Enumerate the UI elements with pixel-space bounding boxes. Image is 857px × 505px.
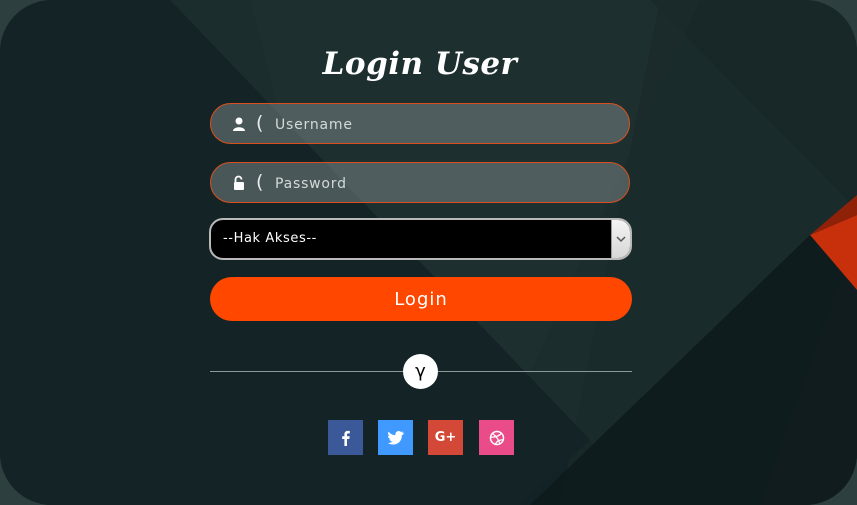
page-title: Login User [322,46,518,82]
user-icon [233,117,245,131]
password-prefix: ( [256,171,264,193]
access-select[interactable]: --Hak Akses-- [209,218,632,260]
dribbble-button[interactable] [479,420,514,455]
password-field[interactable]: ( [210,162,630,204]
twitter-icon [387,430,404,444]
username-prefix: ( [256,112,264,134]
google-plus-button[interactable]: G+ [428,420,463,455]
login-button[interactable]: Login [210,277,632,321]
facebook-icon [341,430,350,446]
google-plus-icon: G+ [434,430,457,445]
select-dropdown-button[interactable] [611,220,630,258]
username-field[interactable]: ( [210,103,630,145]
login-page: Login User ( ( --Hak Akses-- Login γ [0,0,857,505]
unlock-icon [234,175,244,190]
dribbble-icon [489,430,504,445]
username-input[interactable] [273,104,617,145]
access-select-value: --Hak Akses-- [223,231,317,246]
twitter-button[interactable] [378,420,413,455]
facebook-button[interactable] [328,420,363,455]
divider-badge: γ [403,354,438,389]
password-input[interactable] [273,163,617,204]
chevron-down-icon [616,236,626,243]
